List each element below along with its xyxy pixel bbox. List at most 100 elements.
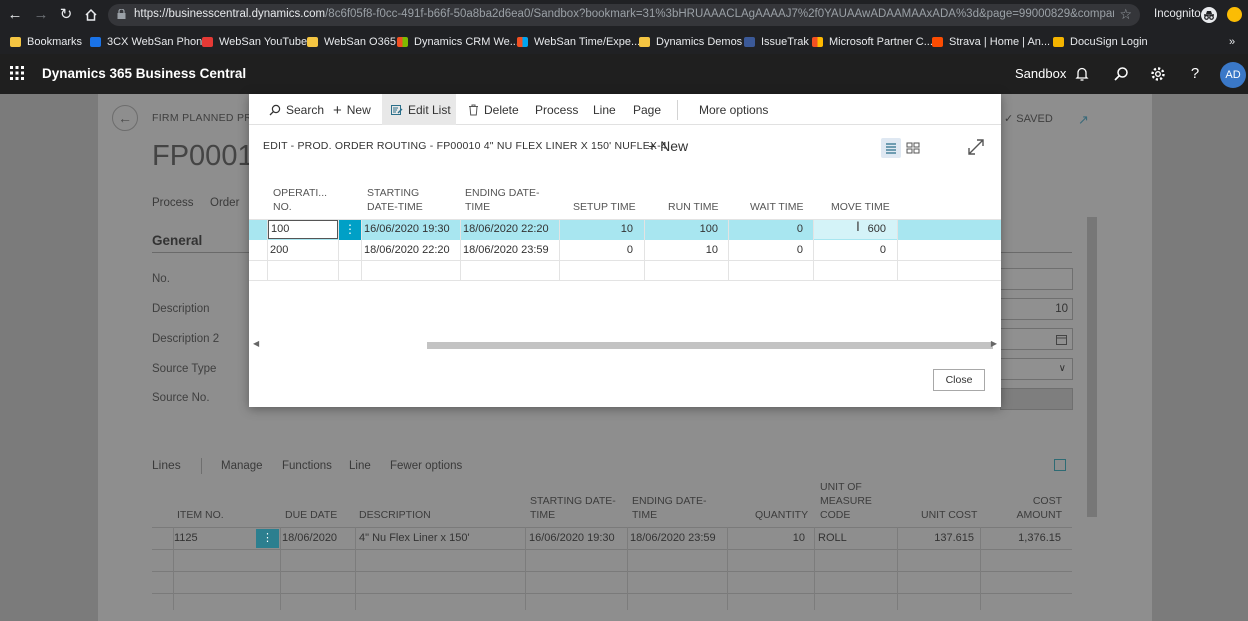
scroll-right-icon[interactable]: ▶ [991, 339, 997, 348]
browser-profile-icon[interactable] [1227, 7, 1242, 22]
row-menu-icon[interactable]: ⋮ [256, 529, 279, 548]
bookmark-item[interactable]: Dynamics CRM We... [397, 34, 519, 50]
more-bookmarks-button[interactable]: » [1229, 34, 1235, 50]
description-2-field[interactable] [1000, 328, 1073, 350]
page-scrollbar[interactable] [1087, 217, 1097, 517]
user-avatar[interactable]: AD [1220, 62, 1246, 88]
horizontal-scrollbar[interactable]: ◀ ▶ [253, 339, 997, 350]
cell-move-time[interactable]: 0 [814, 244, 886, 256]
bell-icon[interactable] [1072, 64, 1092, 84]
list-view-icon[interactable] [881, 138, 901, 158]
back-button[interactable]: ← [112, 105, 138, 131]
bookmark-item[interactable]: Microsoft Partner C... [812, 34, 933, 50]
cell-ending-date-time[interactable]: 18/06/2020 22:20 [463, 223, 549, 235]
search-button[interactable]: Search [269, 102, 324, 118]
reload-icon[interactable]: ↻ [56, 5, 76, 25]
table-row[interactable] [152, 549, 1072, 571]
close-button[interactable]: Close [933, 369, 985, 391]
cell-description[interactable]: 4" Nu Flex Liner x 150' [359, 532, 470, 544]
column-header-operation-no[interactable]: OPERATI... NO. [273, 186, 333, 214]
description-field[interactable]: 10 [1000, 298, 1073, 320]
bookmark-star-icon[interactable]: ☆ [1119, 6, 1132, 23]
cell-unit-cost[interactable]: 137.615 [912, 532, 974, 544]
cell-due-date[interactable]: 18/06/2020 [282, 532, 337, 544]
address-bar[interactable]: https://businesscentral.dynamics.com/8c6… [108, 4, 1140, 26]
bookmark-item[interactable]: IssueTrak [744, 34, 809, 50]
cell-run-time[interactable]: 100 [649, 223, 718, 235]
column-header-starting-date-time[interactable]: STARTING DATE-TIME [367, 186, 437, 214]
table-row[interactable] [152, 593, 1072, 615]
title-new-button[interactable]: + New [648, 138, 688, 154]
edit-list-button[interactable]: Edit List [391, 102, 451, 118]
delete-button[interactable]: Delete [468, 102, 519, 118]
column-header-move-time[interactable]: MOVE TIME [831, 200, 890, 214]
column-header-run-time[interactable]: RUN TIME [668, 200, 719, 214]
cell-wait-time[interactable]: 0 [734, 223, 803, 235]
gear-icon[interactable] [1148, 64, 1168, 84]
cell-ending-date-time[interactable]: 18/06/2020 23:59 [630, 532, 716, 544]
column-header-starting-date-time[interactable]: STARTING DATE-TIME [530, 494, 620, 522]
forward-arrow-icon[interactable]: → [31, 5, 51, 25]
bookmark-item[interactable]: 3CX WebSan Phone [90, 34, 208, 50]
column-header-cost-amount[interactable]: COST AMOUNT [1007, 494, 1063, 522]
column-header-due-date[interactable]: DUE DATE [285, 508, 337, 522]
line-menu[interactable]: Line [593, 102, 616, 118]
cell-quantity[interactable]: 10 [772, 532, 805, 544]
home-icon[interactable] [81, 5, 101, 25]
table-row[interactable] [152, 571, 1072, 593]
cell-ending-date-time[interactable]: 18/06/2020 23:59 [463, 244, 549, 256]
column-header-unit-cost[interactable]: UNIT COST [921, 508, 977, 522]
cell-operation-no[interactable]: 200 [270, 244, 288, 256]
lines-action-line[interactable]: Line [349, 460, 371, 472]
scroll-left-icon[interactable]: ◀ [253, 339, 259, 348]
cell-uom[interactable]: ROLL [818, 532, 847, 544]
cell-starting-date-time[interactable]: 16/06/2020 19:30 [364, 223, 450, 235]
cell-starting-date-time[interactable]: 18/06/2020 22:20 [364, 244, 450, 256]
no-field[interactable] [1000, 268, 1073, 290]
column-header-quantity[interactable]: QUANTITY [755, 508, 808, 522]
cell-item-no[interactable]: 1125 [174, 532, 198, 544]
column-header-uom[interactable]: UNIT OF MEASURE CODE [820, 480, 880, 522]
scrollbar-thumb[interactable] [427, 342, 993, 349]
general-section-title[interactable]: General [152, 233, 202, 248]
cell-cost-amount[interactable]: 1,376.15 [1002, 532, 1061, 544]
column-header-ending-date-time[interactable]: ENDING DATE-TIME [465, 186, 545, 214]
column-header-setup-time[interactable]: SETUP TIME [573, 200, 636, 214]
open-in-new-icon[interactable] [1054, 459, 1066, 471]
table-row[interactable]: 1125 ⋮ 18/06/2020 4" Nu Flex Liner x 150… [152, 527, 1072, 549]
expand-icon[interactable] [967, 138, 985, 156]
cell-wait-time[interactable]: 0 [734, 244, 803, 256]
lines-section-title[interactable]: Lines [152, 458, 181, 472]
action-tab-process[interactable]: Process [152, 197, 194, 209]
lines-action-manage[interactable]: Manage [221, 460, 263, 472]
bookmark-item[interactable]: Bookmarks [10, 34, 82, 50]
column-header-description[interactable]: DESCRIPTION [359, 508, 431, 522]
bookmark-item[interactable]: WebSan YouTube [202, 34, 307, 50]
cell-setup-time[interactable]: 10 [565, 223, 633, 235]
incognito-icon[interactable] [1201, 7, 1217, 23]
source-no-field[interactable] [1000, 388, 1073, 410]
app-title[interactable]: Dynamics 365 Business Central [42, 66, 246, 81]
lines-action-functions[interactable]: Functions [282, 460, 332, 472]
column-header-item-no[interactable]: ITEM NO. [177, 508, 224, 522]
operation-no-input[interactable]: 100 [268, 220, 338, 239]
collapse-icon[interactable]: ↗ [1078, 112, 1089, 128]
more-options-button[interactable]: More options [699, 102, 768, 118]
lines-action-fewer-options[interactable]: Fewer options [390, 460, 462, 472]
bookmark-item[interactable]: Strava | Home | An... [932, 34, 1050, 50]
bookmark-item[interactable]: WebSan O365 [307, 34, 396, 50]
search-icon[interactable] [1111, 64, 1131, 84]
back-arrow-icon[interactable]: ← [5, 5, 25, 25]
cell-setup-time[interactable]: 0 [565, 244, 633, 256]
source-type-select[interactable]: ∨ [1000, 358, 1073, 380]
cell-run-time[interactable]: 10 [649, 244, 718, 256]
bookmark-item[interactable]: Dynamics Demos [639, 34, 742, 50]
bookmark-item[interactable]: WebSan Time/Expe... [517, 34, 640, 50]
column-header-wait-time[interactable]: WAIT TIME [750, 200, 803, 214]
action-tab-order[interactable]: Order [210, 197, 239, 209]
process-menu[interactable]: Process [535, 102, 578, 118]
tile-view-icon[interactable] [906, 141, 920, 155]
cell-starting-date-time[interactable]: 16/06/2020 19:30 [529, 532, 615, 544]
help-icon[interactable]: ? [1185, 64, 1205, 84]
calendar-icon[interactable] [1056, 334, 1067, 345]
